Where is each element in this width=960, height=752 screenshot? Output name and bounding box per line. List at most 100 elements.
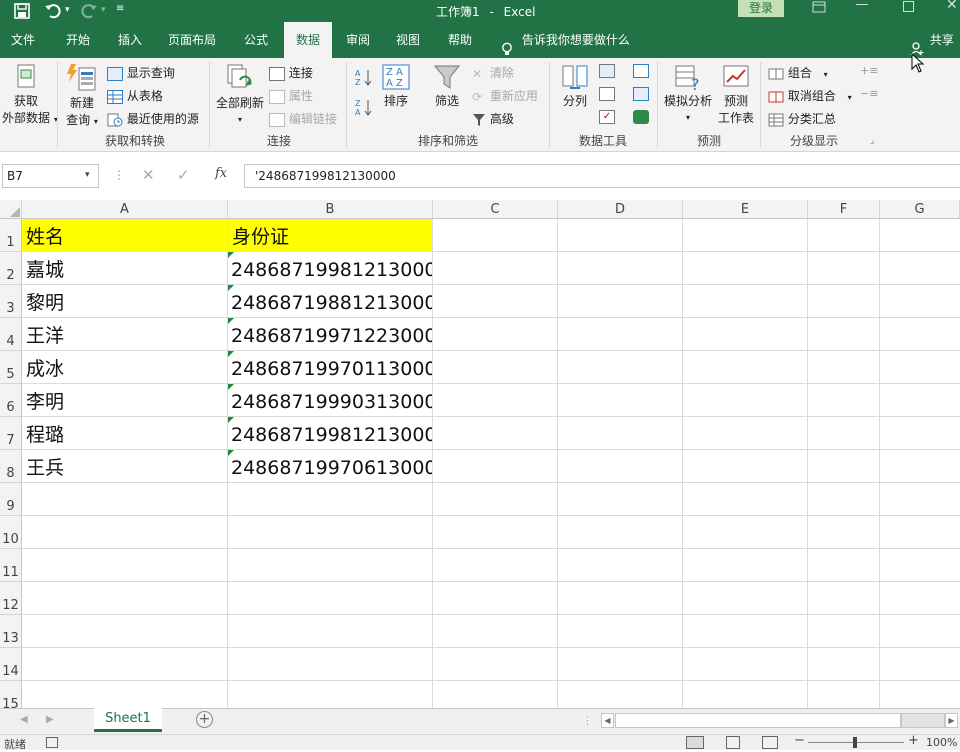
cancel-icon[interactable]: ✕ (142, 166, 155, 184)
row-header[interactable]: 12 (0, 582, 22, 615)
new-query-button[interactable]: 新建 查询 ▾ (62, 62, 102, 128)
refresh-all-button[interactable]: 全部刷新 ▾ (214, 62, 266, 125)
horizontal-scroll-thumb[interactable] (901, 713, 945, 728)
scroll-sheets-left-icon[interactable]: ◀ (20, 714, 28, 725)
zoom-out-icon[interactable]: − (794, 733, 805, 748)
column-header-c[interactable]: C (433, 200, 558, 219)
get-external-data-button[interactable]: 获取 外部数据 ▾ (2, 62, 58, 126)
select-all-corner[interactable] (0, 200, 22, 219)
cell-b2[interactable]: 248687199812130000 (228, 252, 432, 285)
normal-view-icon[interactable] (686, 736, 704, 749)
customize-qat-icon[interactable]: ≡ (116, 3, 124, 14)
page-break-preview-icon[interactable] (762, 736, 778, 749)
tab-home[interactable]: 开始 (56, 22, 100, 58)
tab-insert[interactable]: 插入 (108, 22, 152, 58)
sort-ascending-icon[interactable]: AZ (355, 68, 373, 87)
row-header[interactable]: 2 (0, 252, 22, 285)
login-button[interactable]: 登录 (738, 0, 784, 17)
tab-data[interactable]: 数据 (284, 22, 332, 58)
row-header[interactable]: 9 (0, 483, 22, 516)
close-icon[interactable]: ✕ (946, 0, 958, 13)
column-header-d[interactable]: D (558, 200, 683, 219)
row-header[interactable]: 14 (0, 648, 22, 681)
tab-page-layout[interactable]: 页面布局 (160, 22, 224, 58)
tab-split-handle[interactable]: ⋮ (582, 714, 593, 727)
enter-icon[interactable]: ✓ (177, 166, 190, 184)
tab-review[interactable]: 审阅 (338, 22, 378, 58)
hide-detail-icon[interactable]: −≡ (860, 87, 878, 100)
row-header[interactable]: 15 (0, 681, 22, 708)
add-sheet-icon[interactable]: + (196, 711, 213, 728)
text-to-columns-button[interactable]: 分列 (556, 62, 594, 109)
from-table-button[interactable]: 从表格 (107, 87, 163, 104)
ungroup-button[interactable]: 取消组合 ▾ (768, 87, 852, 104)
column-header-g[interactable]: G (880, 200, 960, 219)
save-icon[interactable] (14, 3, 30, 19)
flash-fill-icon[interactable] (599, 64, 615, 78)
what-if-analysis-button[interactable]: ? 模拟分析 ▾ (662, 62, 714, 123)
show-detail-icon[interactable]: +≡ (860, 64, 878, 77)
undo-icon[interactable] (44, 2, 64, 20)
subtotal-button[interactable]: 分类汇总 (768, 110, 836, 127)
row-header[interactable]: 10 (0, 516, 22, 549)
cell-b3[interactable]: 248687198812130000 (228, 285, 432, 318)
cell-a1[interactable]: 姓名 (22, 219, 227, 252)
cell-b5[interactable]: 248687199701130000 (228, 351, 432, 384)
cell-a3[interactable]: 黎明 (22, 285, 227, 318)
consolidate-icon[interactable] (633, 64, 649, 78)
cell-b8[interactable]: 248687199706130000 (228, 450, 432, 483)
remove-duplicates-icon[interactable] (599, 87, 615, 101)
page-layout-view-icon[interactable] (726, 736, 740, 749)
group-button[interactable]: 组合 ▾ (768, 64, 828, 81)
macro-recording-icon[interactable] (46, 737, 58, 748)
tab-file[interactable]: 文件 (2, 22, 44, 58)
ribbon-display-options-icon[interactable] (812, 0, 826, 14)
sort-desc-icon[interactable]: ZA (355, 98, 373, 117)
row-header[interactable]: 1 (0, 219, 22, 252)
dialog-launcher-icon[interactable]: ⌟ (870, 136, 874, 146)
insert-function-icon[interactable]: fx (215, 166, 227, 181)
row-header[interactable]: 13 (0, 615, 22, 648)
cell-a4[interactable]: 王洋 (22, 318, 227, 351)
zoom-level[interactable]: 100% (926, 736, 957, 749)
filter-button[interactable]: 筛选 (428, 62, 466, 109)
column-header-f[interactable]: F (808, 200, 880, 219)
data-validation-icon[interactable]: ✓ (599, 110, 615, 124)
undo-dropdown-icon[interactable]: ▾ (65, 5, 70, 15)
row-header[interactable]: 5 (0, 351, 22, 384)
cell-b4[interactable]: 248687199712230000 (228, 318, 432, 351)
connections-button[interactable]: 连接 (269, 64, 313, 81)
forecast-sheet-button[interactable]: 预测 工作表 (716, 62, 756, 126)
tab-help[interactable]: 帮助 (440, 22, 480, 58)
scroll-right-icon[interactable]: ▶ (945, 713, 958, 728)
row-header[interactable]: 7 (0, 417, 22, 450)
maximize-icon[interactable] (903, 1, 914, 12)
tab-view[interactable]: 视图 (388, 22, 428, 58)
tell-me-box[interactable]: 告诉我你想要做什么 (500, 22, 630, 58)
cell-b1[interactable]: 身份证 (228, 219, 432, 252)
sheet-tab-sheet1[interactable]: Sheet1 (94, 708, 162, 732)
cell-a8[interactable]: 王兵 (22, 450, 227, 483)
row-header[interactable]: 3 (0, 285, 22, 318)
cell-a7[interactable]: 程璐 (22, 417, 227, 450)
minimize-icon[interactable] (856, 4, 868, 6)
sort-button[interactable]: Z AA Z 排序 (379, 62, 413, 109)
worksheet-grid[interactable]: A B C D E F G 1 2 3 4 5 6 7 8 9 10 11 12… (0, 200, 960, 708)
relationships-icon[interactable] (633, 87, 649, 101)
column-header-e[interactable]: E (683, 200, 808, 219)
cell-a6[interactable]: 李明 (22, 384, 227, 417)
scroll-left-icon[interactable]: ◀ (601, 713, 614, 728)
show-queries-button[interactable]: 显示查询 (107, 64, 175, 81)
formula-input[interactable]: '248687199812130000 (244, 164, 960, 188)
column-header-a[interactable]: A (22, 200, 228, 219)
zoom-slider-thumb[interactable] (853, 737, 857, 748)
horizontal-scrollbar[interactable] (615, 713, 901, 728)
tab-formulas[interactable]: 公式 (234, 22, 278, 58)
row-header[interactable]: 11 (0, 549, 22, 582)
cell-a2[interactable]: 嘉城 (22, 252, 227, 285)
row-header[interactable]: 6 (0, 384, 22, 417)
manage-data-model-icon[interactable] (633, 110, 649, 124)
advanced-filter-button[interactable]: 高级 (472, 110, 514, 127)
zoom-in-icon[interactable]: + (908, 733, 919, 748)
cell-a5[interactable]: 成冰 (22, 351, 227, 384)
